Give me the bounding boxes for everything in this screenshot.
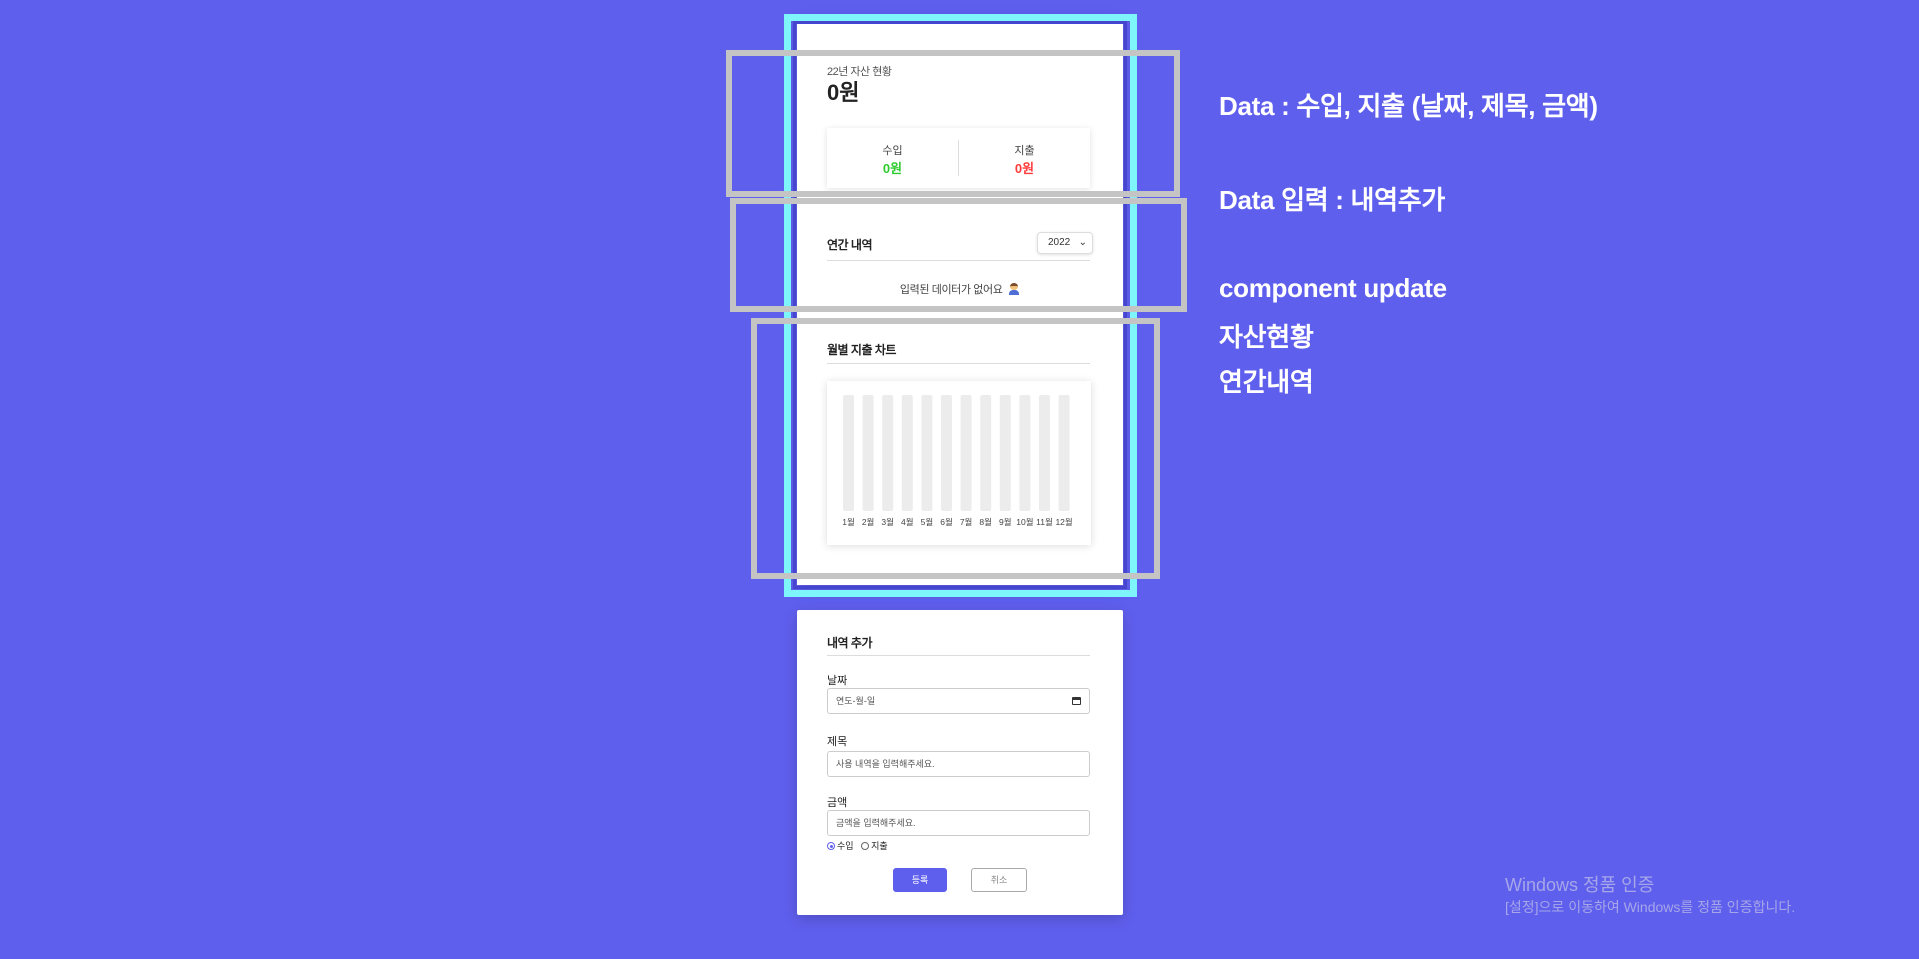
income-radio[interactable] bbox=[827, 842, 835, 850]
dashboard-card: 22년 자산 현황 0원 수입 0원 지출 0원 연간 내역 2022 ⌄ 입력… bbox=[797, 17, 1123, 585]
expense-value: 0원 bbox=[1014, 161, 1035, 176]
add-entry-divider bbox=[827, 655, 1090, 656]
note-data-input: Data 입력 : 내역추가 bbox=[1219, 185, 1446, 215]
add-entry-title: 내역 추가 bbox=[827, 636, 873, 650]
amount-input-placeholder: 금액을 입력해주세요. bbox=[836, 818, 916, 828]
title-input[interactable]: 사용 내역을 입력해주세요. bbox=[827, 751, 1090, 777]
expense-label: 지출 bbox=[1014, 145, 1035, 157]
calendar-icon[interactable] bbox=[1072, 697, 1081, 705]
expense-radio[interactable] bbox=[861, 842, 870, 850]
x-tick-label: 7월 bbox=[960, 517, 973, 527]
x-tick-label: 2월 bbox=[862, 517, 875, 527]
type-radio-group: 수입 지출 bbox=[827, 839, 888, 852]
x-tick-label: 1월 bbox=[842, 517, 855, 527]
title-label: 제목 bbox=[827, 736, 848, 748]
amount-input[interactable]: 금액을 입력해주세요. bbox=[827, 810, 1090, 836]
bar-track-7 bbox=[960, 395, 972, 511]
bar-track-10 bbox=[1019, 395, 1031, 511]
income-summary: 수입 0원 bbox=[827, 128, 958, 188]
annual-history-title: 연간 내역 bbox=[827, 238, 873, 252]
income-value: 0원 bbox=[882, 161, 903, 176]
note-component-update: component update bbox=[1219, 273, 1447, 303]
person-shrugging-icon bbox=[1008, 283, 1020, 295]
year-select[interactable]: 2022 ⌄ bbox=[1037, 232, 1093, 254]
windows-activation-subtitle: [설정]으로 이동하여 Windows를 정품 인증합니다. bbox=[1505, 899, 1796, 915]
x-tick-label: 10월 bbox=[1016, 517, 1033, 527]
note-asset-status: 자산현황 bbox=[1219, 322, 1314, 352]
empty-state: 입력된 데이터가 없어요 bbox=[797, 281, 1123, 297]
cancel-button[interactable]: 취소 bbox=[971, 868, 1027, 892]
bar-track-3 bbox=[882, 395, 894, 511]
bar-track-8 bbox=[980, 395, 992, 511]
income-radio-label[interactable]: 수입 bbox=[837, 841, 854, 851]
bar-track-1 bbox=[843, 395, 854, 511]
amount-label: 금액 bbox=[827, 797, 848, 809]
chart-divider bbox=[827, 363, 1090, 364]
expense-summary: 지출 0원 bbox=[959, 128, 1090, 188]
submit-button[interactable]: 등록 bbox=[893, 868, 947, 892]
expense-radio-label[interactable]: 지출 bbox=[871, 841, 888, 851]
add-entry-card: 내역 추가 날짜 연도-월-일 제목 사용 내역을 입력해주세요. 금액 금액을… bbox=[797, 610, 1123, 915]
windows-activation-title: Windows 정품 인증 bbox=[1505, 875, 1655, 895]
bar-track-4 bbox=[901, 395, 913, 511]
title-input-placeholder: 사용 내역을 입력해주세요. bbox=[836, 759, 935, 769]
x-tick-label: 4월 bbox=[901, 517, 914, 527]
annual-divider bbox=[827, 260, 1090, 261]
x-tick-label: 12월 bbox=[1055, 517, 1072, 527]
x-tick-label: 6월 bbox=[940, 517, 953, 527]
year-select-value: 2022 bbox=[1048, 237, 1071, 248]
chart-svg: 1월 2월 3월 4월 5월 6월 7월 8월 9월 10월 11월 12월 bbox=[842, 395, 1073, 527]
empty-state-message: 입력된 데이터가 없어요 bbox=[899, 284, 1003, 296]
monthly-chart-title: 월별 지출 차트 bbox=[827, 343, 896, 357]
date-input-placeholder: 연도-월-일 bbox=[836, 696, 876, 706]
note-data: Data : 수입, 지출 (날짜, 제목, 금액) bbox=[1219, 91, 1598, 121]
income-expense-summary: 수입 0원 지출 0원 bbox=[827, 128, 1090, 188]
bar-track-2 bbox=[862, 395, 874, 511]
monthly-expense-chart: 1월 2월 3월 4월 5월 6월 7월 8월 9월 10월 11월 12월 bbox=[827, 381, 1091, 545]
x-tick-label: 9월 bbox=[999, 517, 1012, 527]
asset-total-value: 0원 bbox=[827, 80, 860, 105]
chevron-down-icon: ⌄ bbox=[1078, 237, 1087, 248]
income-label: 수입 bbox=[882, 145, 903, 157]
x-tick-label: 11월 bbox=[1036, 517, 1053, 527]
x-tick-label: 3월 bbox=[881, 517, 894, 527]
bar-track-12 bbox=[1058, 395, 1070, 511]
bar-track-9 bbox=[999, 395, 1011, 511]
x-tick-label: 8월 bbox=[979, 517, 992, 527]
date-label: 날짜 bbox=[827, 675, 848, 687]
date-input[interactable]: 연도-월-일 bbox=[827, 688, 1090, 714]
bar-track-11 bbox=[1039, 395, 1050, 511]
note-annual-history: 연간내역 bbox=[1219, 367, 1314, 397]
bar-track-6 bbox=[941, 395, 952, 511]
x-tick-label: 5월 bbox=[921, 517, 934, 527]
bar-track-5 bbox=[921, 395, 933, 511]
